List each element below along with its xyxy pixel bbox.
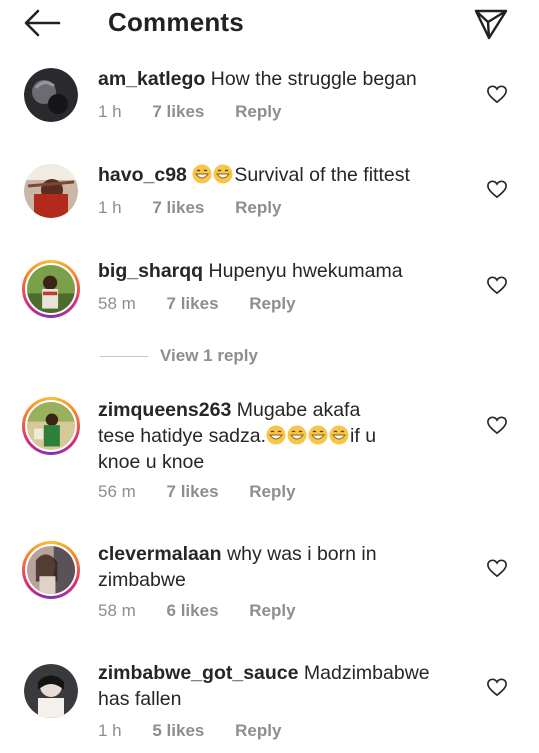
heart-icon[interactable] xyxy=(486,179,508,199)
avatar[interactable] xyxy=(24,664,78,718)
comment-body-line3: knoe u knoe xyxy=(98,451,205,473)
comment-text: zimqueens263 Mugabe akafa tese hatidye s… xyxy=(98,397,458,475)
reply-button[interactable]: Reply xyxy=(235,198,281,217)
comment-likes[interactable]: 7 likes xyxy=(167,482,219,501)
comment-time: 1 h xyxy=(98,721,122,740)
comment-likes[interactable]: 7 likes xyxy=(152,102,204,121)
comment-meta: 1 h 7 likes Reply xyxy=(98,102,307,122)
comment-meta: 56 m 7 likes Reply xyxy=(98,482,322,502)
heart-icon[interactable] xyxy=(486,677,508,697)
comment-likes[interactable]: 5 likes xyxy=(152,721,204,740)
grinning-sweat-emoji-icon xyxy=(192,164,212,184)
reply-button[interactable]: Reply xyxy=(235,721,281,740)
heart-icon[interactable] xyxy=(486,275,508,295)
heart-icon[interactable] xyxy=(486,415,508,435)
comment-meta: 58 m 6 likes Reply xyxy=(98,601,322,621)
comment-time: 1 h xyxy=(98,198,122,217)
comment-body-after-emoji: if u xyxy=(350,425,377,447)
comment-meta: 1 h 5 likes Reply xyxy=(98,721,307,741)
comment-username[interactable]: zimqueens263 xyxy=(98,399,231,421)
comment-text: am_katlego How the struggle began xyxy=(98,66,458,92)
comment-body-line2: zimbabwe xyxy=(98,569,186,591)
heart-icon[interactable] xyxy=(486,558,508,578)
view-replies-label: View 1 reply xyxy=(160,346,258,365)
comment-text: clevermalaan why was i born in zimbabwe xyxy=(98,541,458,593)
comment-body-line1: why was i born in xyxy=(227,543,377,565)
comment-username[interactable]: am_katlego xyxy=(98,68,205,90)
comment-body: Survival of the fittest xyxy=(234,164,410,186)
reply-button[interactable]: Reply xyxy=(235,102,281,121)
comment-text: havo_c98 Survival of the fittest xyxy=(98,162,458,188)
comment-likes[interactable]: 7 likes xyxy=(152,198,204,217)
grinning-sweat-emoji-icon xyxy=(287,425,307,445)
reply-button[interactable]: Reply xyxy=(249,482,295,501)
comment-body-line2: tese hatidye sadza. xyxy=(98,425,267,447)
comment-meta: 1 h 7 likes Reply xyxy=(98,198,307,218)
reply-button[interactable]: Reply xyxy=(249,294,295,313)
comment-time: 56 m xyxy=(98,482,136,501)
heart-icon[interactable] xyxy=(486,84,508,104)
comment-time: 1 h xyxy=(98,102,122,121)
comment-body-line2: has fallen xyxy=(98,688,182,710)
grinning-sweat-emoji-icon xyxy=(213,164,233,184)
reply-button[interactable]: Reply xyxy=(249,601,295,620)
comment-username[interactable]: big_sharqq xyxy=(98,260,203,282)
comment-time: 58 m xyxy=(98,601,136,620)
comment-username[interactable]: zimbabwe_got_sauce xyxy=(98,662,298,684)
comment-text: big_sharqq Hupenyu hwekumama xyxy=(98,258,458,284)
back-button[interactable] xyxy=(22,8,62,38)
avatar-story-ring[interactable] xyxy=(22,397,80,455)
page-title: Comments xyxy=(108,7,244,37)
avatar[interactable] xyxy=(24,68,78,122)
replies-divider xyxy=(100,355,148,357)
comment-body: Hupenyu hwekumama xyxy=(208,260,403,282)
comment-username[interactable]: havo_c98 xyxy=(98,164,187,186)
comment-body: How the struggle began xyxy=(210,68,417,90)
comment-meta: 58 m 7 likes Reply xyxy=(98,294,322,314)
comment-body-line1: Madzimbabwe xyxy=(303,662,430,684)
comment-text: zimbabwe_got_sauce Madzimbabwe has falle… xyxy=(98,660,458,712)
comment-username[interactable]: clevermalaan xyxy=(98,543,222,565)
share-button[interactable] xyxy=(473,6,509,42)
comment-time: 58 m xyxy=(98,294,136,313)
grinning-sweat-emoji-icon xyxy=(266,425,286,445)
arrow-left-icon xyxy=(24,9,61,37)
top-bar: Comments xyxy=(0,0,539,52)
view-replies-button[interactable]: View 1 reply xyxy=(100,344,258,368)
grinning-sweat-emoji-icon xyxy=(308,425,328,445)
direct-send-icon xyxy=(474,9,508,40)
comment-body-line1: Mugabe akafa xyxy=(236,399,361,421)
avatar-story-ring[interactable] xyxy=(22,541,80,599)
grinning-sweat-emoji-icon xyxy=(329,425,349,445)
avatar[interactable] xyxy=(24,164,78,218)
comment-likes[interactable]: 6 likes xyxy=(167,601,219,620)
avatar-story-ring[interactable] xyxy=(22,260,80,318)
comment-likes[interactable]: 7 likes xyxy=(167,294,219,313)
